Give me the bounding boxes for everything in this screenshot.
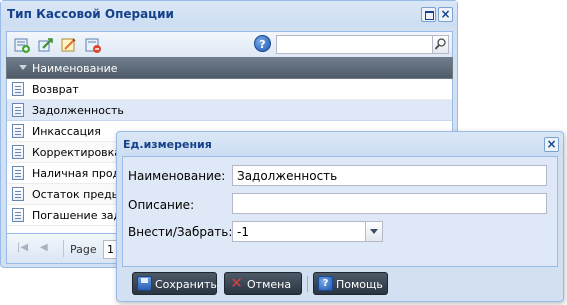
in-out-select[interactable]: -1 — [232, 221, 383, 242]
document-icon — [12, 145, 24, 159]
table-row[interactable]: Задолженность — [7, 100, 452, 121]
save-button-label: Сохранить — [155, 278, 217, 291]
add-record-icon[interactable] — [14, 37, 30, 53]
document-icon — [12, 124, 24, 138]
delete-record-icon[interactable] — [85, 37, 101, 53]
chevron-down-icon[interactable] — [365, 221, 383, 242]
close-icon[interactable]: × — [438, 7, 453, 22]
in-out-label: Внести/Забрать: — [128, 225, 233, 239]
row-label: Корректировка — [32, 146, 122, 159]
document-icon — [12, 208, 24, 222]
pager-separator — [63, 240, 64, 257]
edit-record-icon[interactable] — [37, 37, 53, 53]
grid-column-header[interactable]: Наименование — [6, 57, 453, 79]
table-row[interactable]: Возврат — [7, 79, 452, 100]
save-icon — [137, 276, 152, 291]
page-number-input[interactable]: 1 — [103, 240, 117, 259]
cancel-icon: ✕ — [230, 274, 243, 292]
page-label: Page — [70, 243, 97, 256]
save-button[interactable]: Сохранить — [132, 272, 217, 295]
document-icon — [12, 166, 24, 180]
row-label: Задолженность — [32, 104, 124, 117]
prev-page-icon[interactable]: ◀ — [40, 242, 52, 254]
row-label: Инкассация — [32, 125, 101, 138]
row-label: Остаток предыд — [32, 188, 128, 201]
dialog-form: Наименование: Задолженность Описание: Вн… — [122, 156, 558, 267]
main-window-title: Тип Кассовой Операции — [7, 7, 174, 21]
grid-toolbar: ? — [6, 31, 453, 57]
export-icon[interactable] — [61, 37, 77, 53]
edit-dialog: Ед.измерения × Наименование: Задолженнос… — [116, 131, 564, 302]
cancel-button[interactable]: ✕ Отмена — [224, 272, 302, 295]
description-label: Описание: — [128, 198, 195, 212]
maximize-icon[interactable] — [421, 7, 436, 22]
main-window-header[interactable]: Тип Кассовой Операции × — [1, 1, 457, 27]
cancel-button-label: Отмена — [247, 278, 292, 291]
help-icon[interactable]: ? — [254, 35, 271, 52]
help-icon: ? — [318, 276, 333, 291]
first-page-icon[interactable]: |◀ — [17, 242, 29, 254]
dialog-header[interactable]: Ед.измерения × — [117, 132, 563, 156]
dialog-footer: Сохранить ✕ Отмена ? Помощь — [122, 268, 558, 298]
sort-arrow-icon — [19, 65, 27, 70]
row-label: Возврат — [32, 83, 79, 96]
document-icon — [12, 103, 24, 117]
footer-separator — [307, 276, 308, 292]
search-button[interactable] — [432, 35, 449, 54]
help-button[interactable]: ? Помощь — [313, 272, 388, 295]
dialog-title: Ед.измерения — [123, 138, 212, 151]
description-field[interactable] — [232, 193, 547, 214]
help-button-label: Помощь — [336, 278, 383, 291]
column-header-name: Наименование — [32, 62, 118, 75]
close-icon[interactable]: × — [544, 137, 559, 152]
search-input[interactable] — [276, 35, 433, 54]
document-icon — [12, 187, 24, 201]
name-field[interactable]: Задолженность — [232, 165, 547, 186]
document-icon — [12, 82, 24, 96]
name-label: Наименование: — [128, 169, 226, 183]
search-icon — [434, 38, 446, 50]
